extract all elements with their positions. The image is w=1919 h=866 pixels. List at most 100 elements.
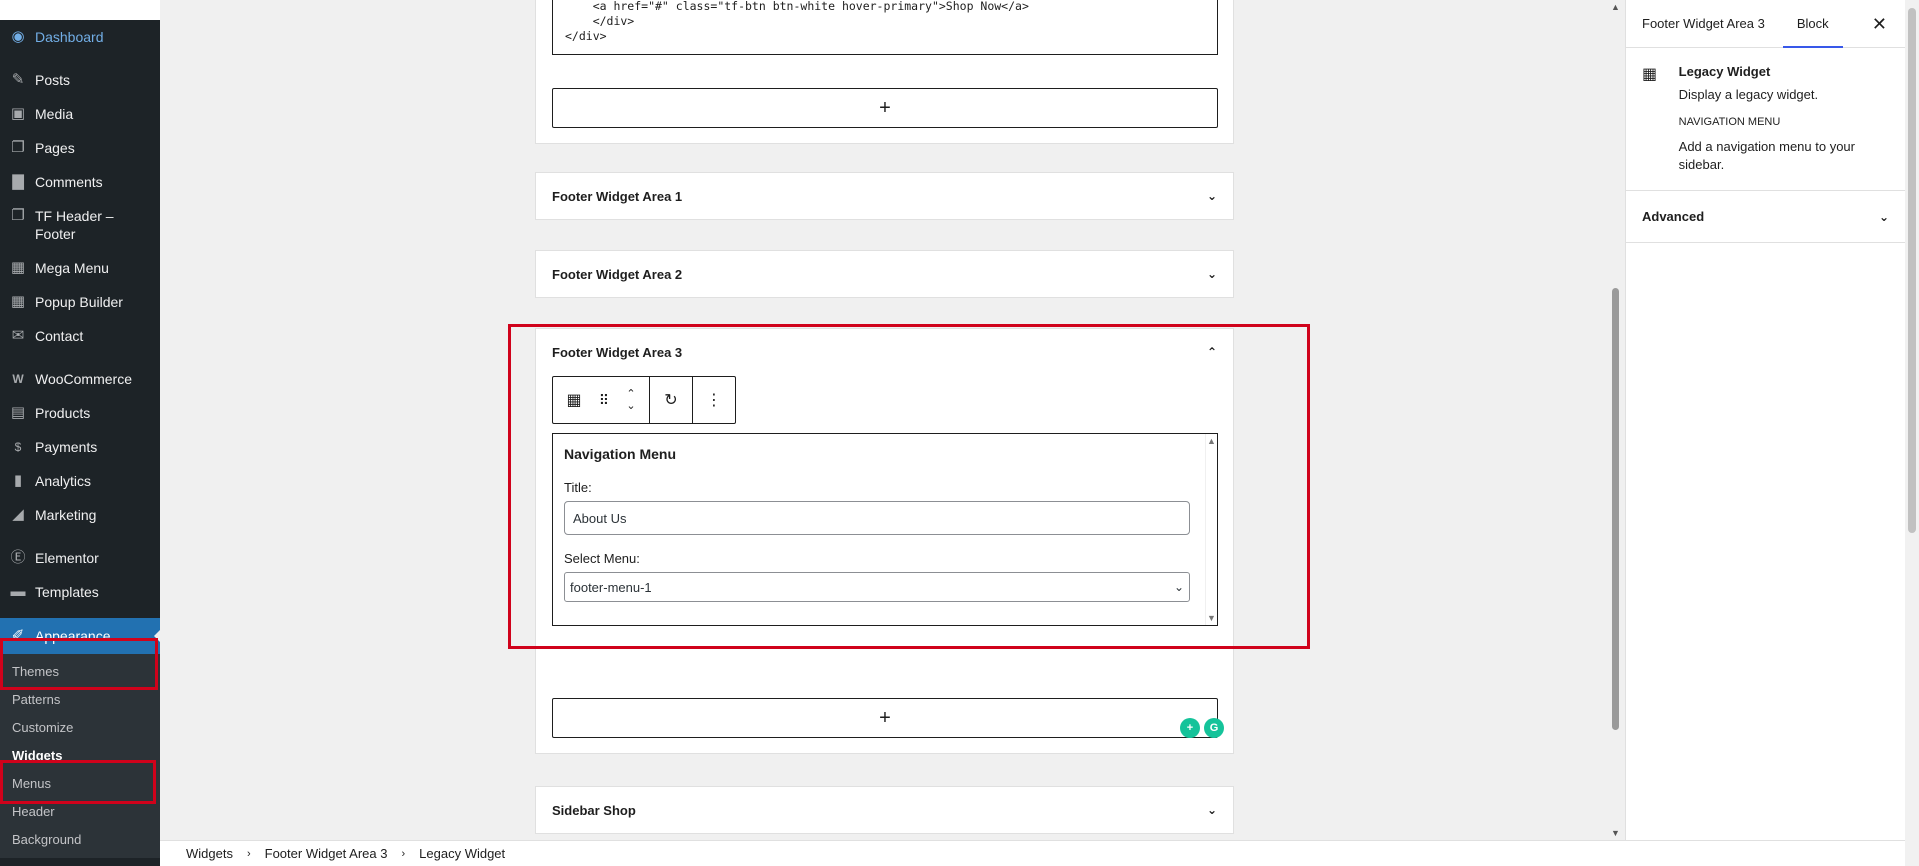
calendar-icon[interactable]: ▦ (559, 377, 589, 423)
code-line: </div> (565, 29, 607, 43)
plus-icon: + (879, 96, 891, 119)
scroll-up-icon[interactable]: ▲ (1611, 2, 1620, 12)
mail-icon: ✉ (11, 327, 25, 344)
scrollbar-thumb[interactable] (1612, 288, 1619, 730)
title-input[interactable]: About Us (564, 501, 1190, 535)
menu-appearance[interactable]: ✐ Appearance (0, 618, 160, 654)
widget-form-scrollbar[interactable]: ▲ ▼ (1205, 434, 1217, 625)
add-block-button[interactable]: + (552, 698, 1218, 738)
code-line: <a href="#" class="tf-btn btn-white hove… (565, 0, 1029, 13)
widget-description: Add a navigation menu to your sidebar. (1678, 139, 1855, 172)
select-menu-label: Select Menu: (564, 551, 640, 566)
area-title: Footer Widget Area 2 (552, 266, 683, 282)
scrollbar-thumb[interactable] (1908, 8, 1916, 533)
legacy-widget-form: Navigation Menu Title: About Us Select M… (552, 433, 1218, 626)
chevron-right-icon: › (401, 847, 406, 860)
grammarly-widget[interactable]: + G (1180, 718, 1224, 738)
widget-area-footer-3[interactable]: Footer Widget Area 3 ⌃ ▦ ⠿ ⌃ ⌄ ↻ ⋮ Navigat… (535, 328, 1234, 754)
html-code-block[interactable]: <a href="#" class="tf-btn btn-white hove… (552, 0, 1218, 55)
grid-icon: ▦ (10, 293, 26, 310)
block-card: ▦ Legacy Widget Display a legacy widget.… (1626, 48, 1905, 191)
add-block-button[interactable]: + (552, 88, 1218, 128)
menu-select[interactable]: footer-menu-1 ⌄ (564, 572, 1190, 602)
dollar-icon: $ (14, 440, 22, 454)
page-scrollbar[interactable] (1905, 0, 1919, 866)
breadcrumb-item[interactable]: Footer Widget Area 3 (265, 846, 388, 861)
title-label: Title: (564, 480, 592, 495)
code-line: </div> (565, 14, 635, 28)
menu-media[interactable]: ▣ Media (0, 97, 160, 131)
widget-title: Navigation Menu (564, 446, 677, 462)
block-toolbar: ▦ ⠿ ⌃ ⌄ ↻ ⋮ (552, 376, 736, 424)
submenu-header[interactable]: Header (0, 798, 160, 826)
advanced-panel-toggle[interactable]: Advanced ⌄ (1626, 191, 1905, 243)
breadcrumb-item[interactable]: Legacy Widget (419, 846, 505, 861)
chevron-down-icon: ⌄ (1173, 580, 1184, 594)
menu-pages[interactable]: ❐ Pages (0, 131, 160, 165)
megaphone-icon: ◢ (12, 506, 24, 523)
more-options-icon[interactable]: ⋮ (699, 377, 729, 423)
menu-woocommerce[interactable]: W WooCommerce (0, 362, 160, 396)
menu-popup-builder[interactable]: ▦ Popup Builder (0, 285, 160, 319)
block-inspector: Footer Widget Area 3 Block ✕ ▦ Legacy Wi… (1625, 0, 1905, 840)
transform-icon[interactable]: ↻ (656, 377, 686, 423)
folder-icon: ▬ (10, 583, 26, 600)
admin-sidebar: ◉ Dashboard ✎ Posts ▣ Media ❐ Pages ▇ Comment… (0, 0, 160, 866)
bar-chart-icon: ▮ (13, 472, 23, 489)
chevron-down-icon[interactable]: ⌄ (1207, 267, 1217, 281)
chevron-down-icon[interactable]: ⌄ (1207, 803, 1217, 817)
tab-widget-area[interactable]: Footer Widget Area 3 (1642, 0, 1765, 48)
menu-payments[interactable]: $ Payments (0, 430, 160, 464)
pin-icon: ✎ (11, 71, 25, 88)
menu-marketing[interactable]: ◢ Marketing (0, 498, 160, 532)
scroll-down-icon[interactable]: ▼ (1611, 828, 1620, 838)
area-title: Footer Widget Area 3 (552, 344, 683, 360)
tab-block[interactable]: Block (1782, 0, 1843, 48)
chevron-up-icon[interactable]: ⌃ (626, 388, 635, 400)
submenu-patterns[interactable]: Patterns (0, 686, 160, 714)
menu-mega-menu[interactable]: ▦ Mega Menu (0, 251, 160, 285)
menu-contact[interactable]: ✉ Contact (0, 319, 160, 353)
submenu-menus[interactable]: Menus (0, 770, 160, 798)
menu-products[interactable]: ▤ Products (0, 396, 160, 430)
submenu-themes[interactable]: Themes (0, 658, 160, 686)
chevron-down-icon[interactable]: ⌄ (626, 400, 635, 412)
scroll-up-icon[interactable]: ▲ (1207, 436, 1216, 446)
scroll-down-icon[interactable]: ▼ (1207, 613, 1216, 623)
menu-comments[interactable]: ▇ Comments (0, 165, 160, 199)
menu-posts[interactable]: ✎ Posts (0, 63, 160, 97)
menu-tf-header-footer[interactable]: ❐ TF Header – Footer (0, 199, 160, 251)
chevron-down-icon[interactable]: ⌄ (1207, 189, 1217, 203)
submenu-widgets[interactable]: Widgets (0, 742, 160, 770)
block-description: Display a legacy widget. (1678, 87, 1819, 102)
block-name: Legacy Widget (1678, 64, 1771, 79)
breadcrumb: Widgets › Footer Widget Area 3 › Legacy … (160, 840, 1905, 866)
chevron-up-icon[interactable]: ⌃ (1207, 345, 1217, 359)
pages-icon: ❐ (11, 139, 25, 156)
block-movers[interactable]: ⌃ ⌄ (619, 377, 643, 423)
widget-area-footer-1[interactable]: Footer Widget Area 1 ⌄ (535, 172, 1234, 220)
canvas-scrollbar[interactable]: ▲ ▼ (1607, 0, 1625, 840)
grammarly-plus-icon[interactable]: + (1180, 718, 1200, 738)
grammarly-g-icon[interactable]: G (1204, 718, 1224, 738)
menu-select-value: footer-menu-1 (570, 579, 652, 595)
chevron-right-icon: › (246, 847, 251, 860)
archive-icon: ▤ (10, 404, 26, 421)
comment-icon: ▇ (12, 173, 24, 190)
menu-dashboard[interactable]: ◉ Dashboard (0, 20, 160, 54)
menu-templates[interactable]: ▬ Templates (0, 575, 160, 609)
close-icon[interactable]: ✕ (1872, 14, 1887, 35)
drag-handle-icon[interactable]: ⠿ (589, 377, 619, 423)
widget-editor-canvas: <a href="#" class="tf-btn btn-white hove… (160, 0, 1607, 840)
menu-analytics[interactable]: ▮ Analytics (0, 464, 160, 498)
dashboard-icon: ◉ (11, 28, 25, 45)
widget-area-footer-2[interactable]: Footer Widget Area 2 ⌄ (535, 250, 1234, 298)
widget-heading: NAVIGATION MENU (1678, 116, 1781, 128)
media-icon: ▣ (10, 105, 26, 122)
submenu-customize[interactable]: Customize (0, 714, 160, 742)
submenu-background[interactable]: Background (0, 826, 160, 854)
widget-area-sidebar-shop[interactable]: Sidebar Shop ⌄ (535, 786, 1234, 834)
breadcrumb-item[interactable]: Widgets (186, 846, 233, 861)
menu-elementor[interactable]: Ⓔ Elementor (0, 541, 160, 575)
appearance-submenu: Themes Patterns Customize Widgets Menus … (0, 654, 160, 858)
